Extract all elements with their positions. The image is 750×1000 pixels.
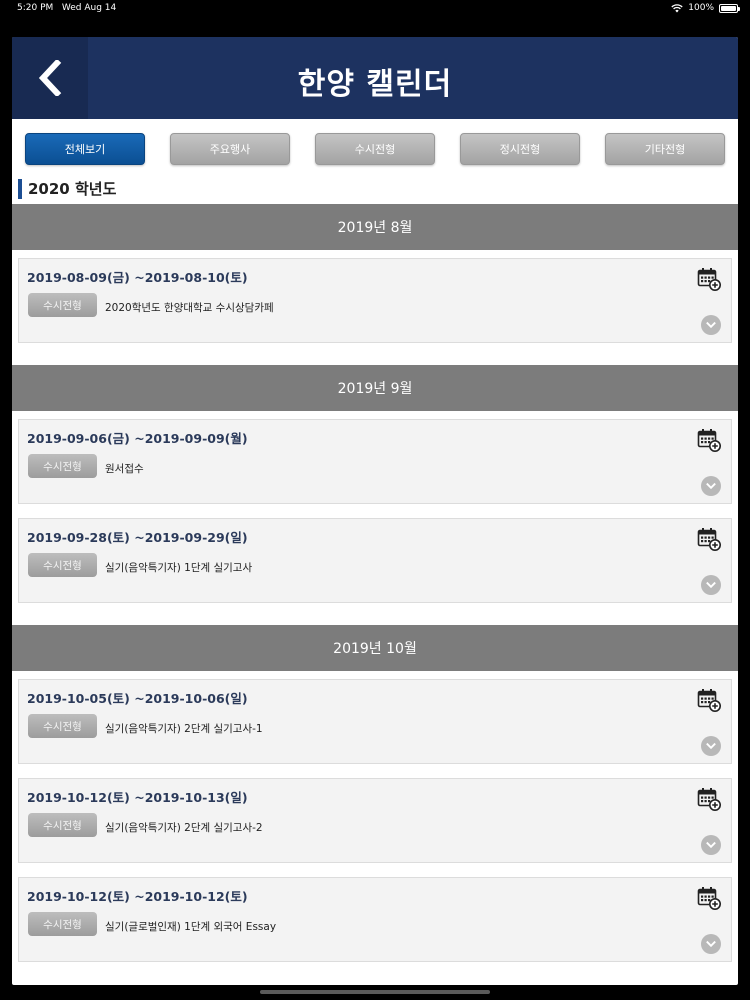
event-date: 2019-09-28(토) ~2019-09-29(일) [27, 530, 248, 545]
chevron-down-icon [706, 841, 716, 849]
event-card[interactable]: 2019-09-06(금) ~2019-09-09(월) 수시전형 원서접수 [18, 419, 732, 504]
expand-button[interactable] [701, 315, 721, 335]
calendar-add-icon [697, 528, 721, 551]
chevron-down-icon [706, 482, 716, 490]
add-to-calendar-button[interactable] [697, 787, 721, 811]
event-category-badge: 수시전형 [28, 813, 97, 837]
expand-button[interactable] [701, 476, 721, 496]
app-header: 한양 캘린더 [12, 37, 738, 119]
event-date: 2019-10-12(토) ~2019-10-13(일) [27, 790, 248, 805]
event-title: 2020학년도 한양대학교 수시상담카페 [105, 302, 274, 314]
event-category-badge: 수시전형 [28, 912, 97, 936]
add-to-calendar-button[interactable] [697, 688, 721, 712]
event-card[interactable]: 2019-08-09(금) ~2019-08-10(토) 수시전형 2020학년도 … [18, 258, 732, 343]
add-to-calendar-button[interactable] [697, 267, 721, 291]
tab-other-admission[interactable]: 기타전형 [605, 133, 725, 165]
chevron-down-icon [706, 742, 716, 750]
expand-button[interactable] [701, 934, 721, 954]
month-header: 2019년 8월 [12, 204, 738, 250]
battery-icon [719, 3, 740, 13]
year-title: 2020 학년도 [18, 179, 116, 199]
event-card[interactable]: 2019-10-05(토) ~2019-10-06(일) 수시전형 실기(음악특기자… [18, 679, 732, 764]
calendar-add-icon [697, 429, 721, 452]
status-date: Wed Aug 14 [61, 3, 117, 13]
event-category-badge: 수시전형 [28, 454, 97, 478]
tab-rolling-admission[interactable]: 수시전형 [315, 133, 435, 165]
page-title: 한양 캘린더 [297, 67, 453, 102]
chevron-down-icon [706, 940, 716, 948]
event-category-badge: 수시전형 [28, 293, 97, 317]
status-right: 100% [671, 3, 740, 13]
add-to-calendar-button[interactable] [697, 527, 721, 551]
event-date: 2019-09-06(금) ~2019-09-09(월) [27, 431, 248, 446]
event-card[interactable]: 2019-10-12(토) ~2019-10-12(토) 수시전형 실기(글로벌인재… [18, 877, 732, 962]
event-date: 2019-08-09(금) ~2019-08-10(토) [27, 270, 248, 285]
expand-button[interactable] [701, 835, 721, 855]
month-header: 2019년 9월 [12, 365, 738, 411]
month-events: 2019-10-05(토) ~2019-10-06(일) 수시전형 실기(음악특기자… [12, 671, 738, 984]
event-title: 원서접수 [105, 463, 144, 475]
home-indicator[interactable] [260, 990, 490, 994]
month-events: 2019-08-09(금) ~2019-08-10(토) 수시전형 2020학년도 … [12, 250, 738, 365]
status-time-date: 5:20 PM Wed Aug 14 [17, 3, 116, 13]
event-title: 실기(음악특기자) 2단계 실기고사-2 [105, 822, 263, 834]
status-bar: 5:20 PM Wed Aug 14 100% [0, 0, 750, 16]
battery-percent: 100% [688, 3, 714, 13]
expand-button[interactable] [701, 575, 721, 595]
month-events: 2019-09-06(금) ~2019-09-09(월) 수시전형 원서접수 2019… [12, 411, 738, 625]
category-tabs: 전체보기 주요행사 수시전형 정시전형 기타전형 [25, 133, 725, 165]
wifi-icon [671, 3, 683, 12]
calendar-list: 2019년 8월 2019-08-09(금) ~2019-08-10(토) 수시전형… [12, 204, 738, 984]
tab-major-events[interactable]: 주요행사 [170, 133, 290, 165]
event-category-badge: 수시전형 [28, 553, 97, 577]
calendar-add-icon [697, 887, 721, 910]
event-card[interactable]: 2019-10-12(토) ~2019-10-13(일) 수시전형 실기(음악특기자… [18, 778, 732, 863]
month-header: 2019년 10월 [12, 625, 738, 671]
event-card[interactable]: 2019-09-28(토) ~2019-09-29(일) 수시전형 실기(음악특기자… [18, 518, 732, 603]
event-title: 실기(글로벌인재) 1단계 외국어 Essay [105, 921, 277, 933]
battery-fill [721, 5, 736, 11]
event-date: 2019-10-12(토) ~2019-10-12(토) [27, 889, 248, 904]
status-time: 5:20 PM [17, 3, 54, 13]
calendar-add-icon [697, 788, 721, 811]
event-date: 2019-10-05(토) ~2019-10-06(일) [27, 691, 248, 706]
tab-all[interactable]: 전체보기 [25, 133, 145, 165]
expand-button[interactable] [701, 736, 721, 756]
calendar-add-icon [697, 268, 721, 291]
event-category-badge: 수시전형 [28, 714, 97, 738]
chevron-down-icon [706, 581, 716, 589]
tab-regular-admission[interactable]: 정시전형 [460, 133, 580, 165]
add-to-calendar-button[interactable] [697, 886, 721, 910]
app-screen: 한양 캘린더 전체보기 주요행사 수시전형 정시전형 기타전형 2020 학년도 201… [12, 37, 738, 985]
event-title: 실기(음악특기자) 1단계 실기고사 [105, 562, 253, 574]
event-title: 실기(음악특기자) 2단계 실기고사-1 [105, 723, 263, 735]
add-to-calendar-button[interactable] [697, 428, 721, 452]
calendar-add-icon [697, 689, 721, 712]
chevron-down-icon [706, 321, 716, 329]
